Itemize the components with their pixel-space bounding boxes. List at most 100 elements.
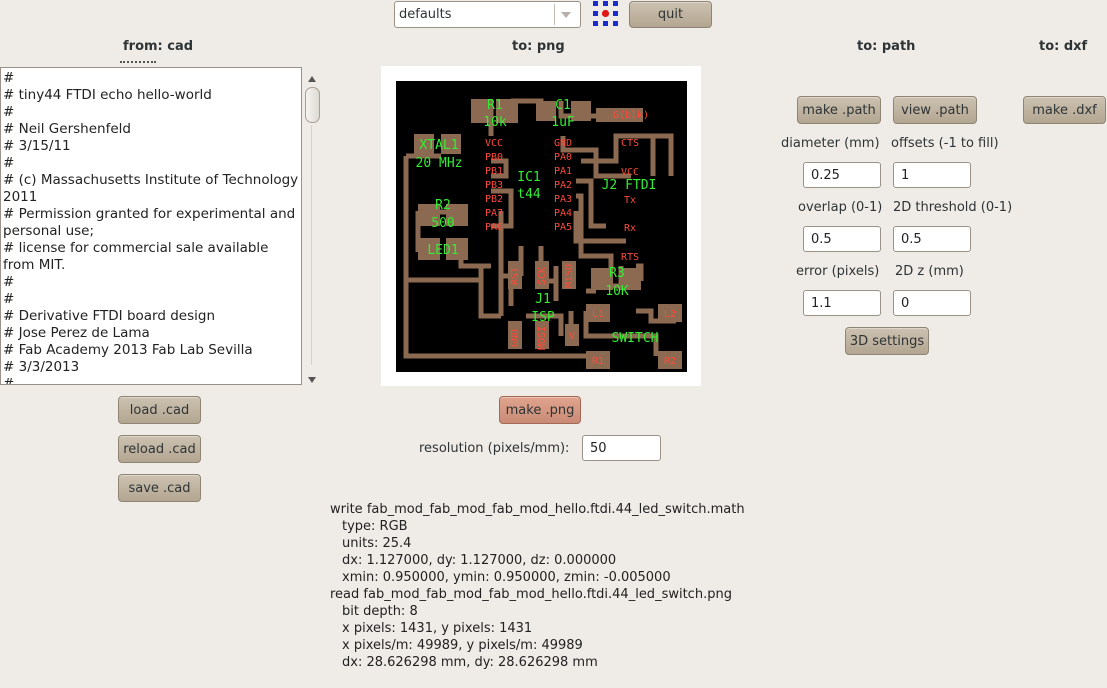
pcb-r2-val: 500	[431, 216, 454, 231]
cad-text-line: # tiny44 FTDI echo hello-world	[3, 87, 212, 103]
cad-text-line: #	[3, 104, 15, 120]
defaults-combo[interactable]: defaults	[394, 1, 581, 28]
log-pixels-m: x pixels/m: 49989, y pixels/m: 49989	[342, 638, 583, 653]
scroll-down-icon[interactable]	[308, 373, 316, 388]
log-type: type: RGB	[342, 519, 408, 534]
pcb-l2: L2	[664, 309, 676, 320]
pcb-pa2: PA2	[554, 180, 572, 191]
pcb-v: V	[569, 331, 575, 342]
3d-settings-button[interactable]: 3D settings	[845, 327, 929, 355]
pcb-r1-val: 10k	[483, 115, 507, 130]
threshold-input[interactable]: 0.5	[893, 226, 971, 252]
cad-text-line: # Jose Perez de Lama	[3, 325, 150, 341]
log-bit-depth: bit depth: 8	[342, 604, 418, 619]
pcb-mosi: MOSI	[537, 326, 548, 350]
cad-text-editor[interactable]: # # tiny44 FTDI echo hello-world # # Neil G…	[0, 67, 302, 385]
log-dx-mm: dx: 28.626298 mm, dy: 28.626298 mm	[342, 655, 598, 670]
cad-text-line: # Fab Academy 2013 Fab Lab Sevilla	[3, 342, 253, 358]
cad-scrollbar[interactable]	[304, 67, 320, 385]
resolution-label: resolution (pixels/mm):	[419, 441, 570, 456]
resolution-input[interactable]: 50	[582, 435, 661, 461]
pcb-switch: SWITCH	[612, 331, 659, 346]
make-png-button[interactable]: make .png	[499, 396, 581, 424]
fab-logo-icon	[592, 0, 618, 26]
pcb-r1b: R1	[592, 356, 604, 367]
overlap-input[interactable]: 0.5	[803, 226, 881, 252]
pcb-pa5: PA5	[554, 222, 572, 233]
pcb-r1: R1	[487, 98, 503, 113]
pcb-l1: L1	[592, 309, 604, 320]
combo-divider	[554, 4, 555, 25]
cad-text-line: # 3/3/2013	[3, 359, 80, 375]
pcb-pa0: PA0	[554, 152, 572, 163]
save-cad-button[interactable]: save .cad	[118, 474, 201, 502]
cad-text-line: # Permission granted for experimental an…	[3, 206, 300, 239]
chevron-down-icon[interactable]	[560, 9, 572, 24]
pcb-preview-image: VCC PB0 PB1 PB3 PB2 PA7 PA6 GND PA0 PA1 …	[396, 81, 687, 372]
offsets-input[interactable]: 1	[893, 162, 971, 188]
pcb-pa4: PA4	[554, 208, 572, 219]
log-write-line: write fab_mod_fab_mod_fab_mod_hello.ftdi…	[330, 502, 745, 517]
pcb-r3: R3	[609, 266, 625, 281]
cad-text-line: #	[3, 155, 15, 171]
overlap-label: overlap (0-1)	[798, 200, 883, 215]
error-input[interactable]: 1.1	[803, 290, 881, 316]
scroll-up-icon[interactable]	[308, 72, 316, 87]
heading-to-dxf: to: dxf	[1039, 39, 1088, 54]
quit-button[interactable]: quit	[629, 1, 712, 28]
view-path-button[interactable]: view .path	[893, 96, 977, 124]
z-label: 2D z (mm)	[895, 264, 964, 279]
pcb-gnd2: GND	[510, 329, 521, 347]
log-mins: xmin: 0.950000, ymin: 0.950000, zmin: -0…	[342, 570, 671, 585]
reload-cad-button[interactable]: reload .cad	[118, 435, 201, 463]
heading-to-path: to: path	[857, 39, 916, 54]
make-dxf-button[interactable]: make .dxf	[1023, 96, 1106, 124]
cad-text-line: #	[3, 291, 15, 307]
diameter-label: diameter (mm)	[781, 136, 880, 151]
offsets-label: offsets (-1 to fill)	[891, 136, 999, 151]
pcb-ic1: IC1	[517, 170, 540, 185]
pcb-pa1: PA1	[554, 166, 572, 177]
pcb-vcc2: VCC	[621, 167, 639, 178]
pcb-rst: RST	[510, 267, 521, 285]
make-path-button[interactable]: make .path	[797, 96, 881, 124]
pcb-pb1: PB1	[485, 166, 503, 177]
error-label: error (pixels)	[796, 264, 880, 279]
pcb-j1: J1	[535, 292, 551, 307]
pcb-r2b: R2	[664, 356, 676, 367]
threshold-label: 2D threshold (0-1)	[893, 200, 1013, 215]
pcb-pa7: PA7	[485, 208, 503, 219]
log-pixels: x pixels: 1431, y pixels: 1431	[342, 621, 533, 636]
pcb-rx: Rx	[624, 223, 636, 234]
defaults-combo-value: defaults	[399, 7, 452, 22]
pcb-gnd: GND	[554, 138, 572, 149]
log-dxdydz: dx: 1.127000, dy: 1.127000, dz: 0.000000	[342, 553, 617, 568]
pcb-c1-val: 1uF	[551, 115, 575, 130]
cad-text-line: #	[3, 70, 15, 86]
cad-text-line: # Neil Gershenfeld	[3, 121, 131, 137]
cad-text-line: #	[3, 274, 15, 290]
heading-from-cad: from: cad	[123, 39, 194, 54]
pcb-cts: CTS	[621, 138, 639, 149]
pcb-pb0: PB0	[485, 152, 503, 163]
pcb-rts: RTS	[621, 252, 639, 263]
png-preview-frame: VCC PB0 PB1 PB3 PB2 PA7 PA6 GND PA0 PA1 …	[381, 66, 701, 386]
pcb-g-blk: G(blk)	[613, 110, 649, 121]
cad-text-line: # (c) Massachusetts Institute of Technol…	[3, 172, 299, 205]
pcb-sck: SCK	[537, 267, 548, 285]
load-cad-button[interactable]: load .cad	[118, 396, 201, 424]
diameter-input[interactable]: 0.25	[803, 162, 881, 188]
log-output: write fab_mod_fab_mod_fab_mod_hello.ftdi…	[330, 501, 745, 671]
cad-text-line: # license for commercial sale available …	[3, 240, 273, 273]
pcb-isp: ISP	[531, 310, 555, 325]
pcb-ic1-val: t44	[517, 187, 541, 202]
pcb-xtal1: XTAL1	[419, 138, 458, 153]
textarea-overflow-hint	[120, 61, 156, 65]
pcb-miso: MISO	[564, 264, 575, 288]
z-input[interactable]: 0	[893, 290, 971, 316]
scrollbar-thumb[interactable]	[305, 87, 320, 123]
pcb-led1: LED1	[427, 243, 458, 258]
pcb-xtal1-val: 20 MHz	[416, 156, 463, 171]
pcb-pa6: PA6	[485, 222, 503, 233]
pcb-j2: J2 FTDI	[602, 178, 657, 193]
